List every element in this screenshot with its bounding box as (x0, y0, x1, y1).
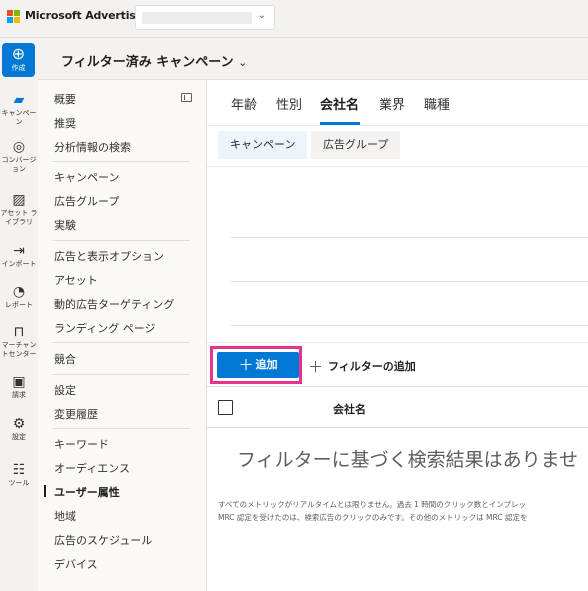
rail-label: ツール (8, 479, 30, 487)
page-header: フィルター済み キャンペーン ⌄ (38, 38, 588, 80)
rail-item-billing[interactable]: ▣ 請求 (0, 374, 38, 400)
chart-gridline (231, 325, 588, 326)
rail-label: マーチャントセンター (1, 341, 37, 358)
wallet-icon: ▣ (12, 374, 26, 390)
gear-icon: ⚙ (12, 416, 26, 432)
table-header: 会社名 (207, 386, 588, 428)
plus-icon: ＋ (238, 356, 254, 374)
chart-area (207, 166, 588, 341)
tab-gender[interactable]: 性別 (276, 94, 302, 113)
microsoft-logo-icon (7, 10, 21, 24)
shopping-bag-icon: ⊓ (13, 324, 25, 340)
active-indicator (44, 485, 46, 497)
top-bar: Microsoft Advertising ⌄ (0, 0, 588, 38)
nav-item-experiments[interactable]: 実験 (54, 217, 76, 233)
collapse-panel-icon[interactable] (181, 93, 192, 102)
report-icon: ◔ (12, 284, 26, 300)
nav-divider (52, 374, 190, 375)
nav-item-dynamic-ad-targets[interactable]: 動的広告ターゲティング (54, 296, 174, 312)
table-toolbar: ＋追加 ＋フィルターの追加 (207, 342, 588, 386)
subtab-ad-group[interactable]: 広告グループ (311, 131, 401, 159)
add-filter-label: フィルターの追加 (328, 360, 416, 373)
nav-item-settings[interactable]: 設定 (54, 382, 76, 398)
create-label: 作成 (11, 64, 26, 72)
import-icon: ⇥ (13, 243, 25, 259)
rail-label: レポート (5, 301, 33, 309)
nav-item-demographics[interactable]: ユーザー属性 (54, 484, 120, 500)
rail-label: アセット ライブラリ (0, 209, 38, 226)
secondary-nav: 概要 推奨 分析情報の検索 キャンペーン 広告グループ 実験 広告と表示オプショ… (38, 80, 207, 591)
level-switcher: キャンペーン 広告グループ (207, 126, 588, 166)
plus-circle-icon: ⊕ (11, 44, 26, 63)
nav-item-ad-groups[interactable]: 広告グループ (54, 193, 119, 209)
subtab-campaign[interactable]: キャンペーン (218, 131, 308, 159)
nav-item-recommendations[interactable]: 推奨 (54, 115, 76, 131)
rail-item-asset-library[interactable]: ▨ アセット ライブラリ (0, 192, 38, 227)
tab-age[interactable]: 年齢 (231, 94, 257, 113)
rail-item-merchant-center[interactable]: ⊓ マーチャントセンター (0, 324, 38, 359)
rail-item-campaigns[interactable]: ▰ キャンペーン (0, 92, 38, 127)
nav-divider (52, 342, 190, 343)
asset-library-icon: ▨ (12, 192, 26, 208)
page-title-dropdown[interactable]: フィルター済み キャンペーン ⌄ (61, 51, 247, 70)
rail-label: 請求 (12, 391, 26, 399)
account-selector[interactable]: ⌄ (135, 5, 275, 30)
footnote-realtime: すべてのメトリックがリアルタイムとは限りません。過去 1 時間のクリック数とイン… (218, 500, 527, 509)
create-button[interactable]: ⊕ 作成 (2, 43, 35, 77)
empty-results-message: フィルターに基づく検索結果はありませ (237, 449, 579, 471)
nav-item-insights[interactable]: 分析情報の検索 (54, 139, 131, 155)
nav-divider (52, 161, 190, 162)
chevron-down-icon: ⌄ (238, 56, 248, 69)
chevron-down-icon: ⌄ (257, 10, 266, 21)
main-content: 年齢 性別 会社名 業界 職種 キャンペーン 広告グループ ＋追加 ＋フィルター… (207, 80, 588, 591)
nav-item-change-history[interactable]: 変更履歴 (54, 406, 98, 422)
add-button[interactable]: ＋追加 (217, 352, 299, 378)
nav-item-overview[interactable]: 概要 (54, 91, 76, 107)
chart-gridline (231, 237, 588, 238)
nav-item-competition[interactable]: 競合 (54, 351, 76, 367)
footnote-mrc: MRC 認定を受けたのは、検索広告のクリックのみです。その他のメトリックは MR… (218, 513, 528, 522)
rail-item-reports[interactable]: ◔ レポート (0, 284, 38, 310)
rail-item-tools[interactable]: ☷ ツール (0, 462, 38, 488)
nav-item-campaigns[interactable]: キャンペーン (54, 169, 119, 185)
nav-item-assets[interactable]: アセット (54, 272, 98, 288)
rail-item-settings[interactable]: ⚙ 設定 (0, 416, 38, 442)
nav-divider (52, 428, 190, 429)
active-tab-underline (320, 122, 360, 125)
tab-job-function[interactable]: 職種 (424, 94, 450, 113)
rail-label: コンバージョン (1, 156, 37, 173)
page-title: フィルター済み キャンペーン (61, 55, 234, 70)
left-rail: ⊕ 作成 ▰ キャンペーン ◎ コンバージョン ▨ アセット ライブラリ ⇥ イ… (0, 38, 38, 591)
nav-item-audiences[interactable]: オーディエンス (54, 460, 130, 476)
select-all-checkbox[interactable] (218, 400, 233, 415)
nav-item-devices[interactable]: デバイス (54, 556, 98, 572)
nav-item-ad-schedule[interactable]: 広告のスケジュール (54, 532, 152, 548)
nav-divider (52, 240, 190, 241)
rail-item-conversions[interactable]: ◎ コンバージョン (0, 139, 38, 174)
tab-company-name[interactable]: 会社名 (320, 94, 359, 113)
rail-label: キャンペーン (1, 109, 37, 126)
nav-item-ads-extensions[interactable]: 広告と表示オプション (54, 248, 164, 264)
demographic-tabs: 年齢 性別 会社名 業界 職種 (207, 80, 588, 126)
target-icon: ◎ (12, 139, 26, 155)
tab-industry[interactable]: 業界 (379, 94, 405, 113)
nav-item-locations[interactable]: 地域 (54, 508, 76, 524)
column-header-company-name[interactable]: 会社名 (333, 401, 366, 417)
rail-label: インポート (1, 260, 37, 268)
nav-item-keywords[interactable]: キーワード (54, 436, 109, 452)
rail-item-import[interactable]: ⇥ インポート (0, 243, 38, 269)
plus-icon: ＋ (308, 358, 324, 376)
tools-icon: ☷ (12, 462, 26, 478)
add-label: 追加 (255, 358, 278, 371)
chart-gridline (231, 281, 588, 282)
account-name-redacted (142, 12, 252, 24)
megaphone-icon: ▰ (13, 92, 25, 108)
add-filter-button[interactable]: ＋ フィルターの追加 (308, 356, 416, 377)
rail-label: 設定 (12, 433, 26, 441)
nav-item-landing-pages[interactable]: ランディング ページ (54, 320, 156, 336)
